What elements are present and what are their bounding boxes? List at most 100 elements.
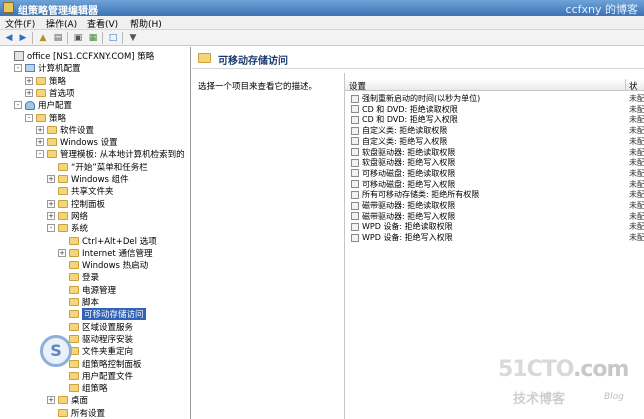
menu-action[interactable]: 操作(A) [46,17,77,30]
tree-item-label: 电源管理 [82,285,117,296]
tree-item[interactable]: 共享文件夹 [47,185,114,197]
tree-item[interactable]: 组策略控制面板 [58,358,142,370]
properties-icon[interactable]: ▣ [72,32,84,44]
tree-item[interactable]: + 策略 [25,75,66,87]
tree-item[interactable]: + Windows 设置 [36,136,118,148]
folder-icon [47,125,57,134]
setting-row[interactable]: WPD 设备: 拒绝写入权限 未配 [345,232,644,243]
folder-icon [69,273,79,282]
tree-item[interactable]: 组策略 [58,382,108,394]
tree-item[interactable]: office [NS1.CCFXNY.COM] 策略 [3,50,154,62]
tree-item-label: 组策略控制面板 [82,359,142,370]
expander-icon[interactable]: + [47,175,55,183]
menu-file[interactable]: 文件(F) [5,17,35,30]
setting-row[interactable]: CD 和 DVD: 拒绝读取权限 未配 [345,104,644,115]
tree-item[interactable]: + Windows 组件 [47,173,129,185]
setting-row[interactable]: 磁带驱动器: 拒绝读取权限 未配 [345,200,644,211]
tree-item-label: 用户配置文件 [82,371,134,382]
setting-state: 未配 [629,136,644,146]
setting-name: 可移动磁盘: 拒绝读取权限 [362,168,456,178]
setting-state: 未配 [629,201,644,210]
tree-item[interactable]: - 用户配置 [14,99,72,111]
setting-row[interactable]: 磁带驱动器: 拒绝写入权限 未配 [345,211,644,222]
tree-item-label: 所有设置 [71,408,106,419]
folder-icon [58,175,68,183]
tree-item[interactable]: - 策略 [25,112,66,124]
expander-icon[interactable]: + [47,211,55,220]
show-hide-tree-icon[interactable]: ▤ [52,32,64,44]
tree-item[interactable]: 脚本 [58,296,99,308]
tree-item[interactable]: “开始”菜单和任务栏 [47,161,148,173]
expander-icon[interactable]: + [47,199,55,208]
watermark-blog: Blog [604,392,624,402]
setting-row[interactable]: 可移动磁盘: 拒绝读取权限 未配 [345,168,644,179]
toolbar: ◀ ▶ ▲ ▤ ▣ ▦ □ ▼ [0,30,644,46]
menu-help[interactable]: 帮助(H) [130,17,162,30]
tree-item[interactable]: 用户配置文件 [58,370,133,382]
setting-row[interactable]: 自定义类: 拒绝读取权限 未配 [345,125,644,136]
expander-icon[interactable]: + [25,76,33,85]
help-icon[interactable]: □ [107,32,119,44]
tree-item[interactable]: + 首选项 [25,87,75,99]
export-list-icon[interactable]: ▦ [87,32,99,44]
setting-row[interactable]: 软盘驱动器: 拒绝写入权限 未配 [345,157,644,168]
tree-item[interactable]: - 系统 [47,222,88,234]
back-arrow-icon[interactable]: ◀ [3,32,15,44]
setting-state: 未配 [629,233,644,243]
tree-item-label: 文件夹重定向 [82,347,134,358]
tree-item[interactable]: 登录 [58,271,99,283]
watermark-logo-main: 51CTO [498,357,574,382]
filter-icon[interactable]: ▼ [127,32,139,44]
expander-icon[interactable]: + [47,396,55,405]
column-divider[interactable] [625,79,626,91]
setting-row[interactable]: 可移动磁盘: 拒绝写入权限 未配 [345,179,644,190]
folder-icon [36,113,46,122]
tree-item-label: 用户配置 [38,101,73,112]
tree-item[interactable]: Windows 热启动 [58,259,148,271]
tree-item[interactable]: 可移动存储访问 [58,308,146,321]
folder-icon [69,371,79,380]
folder-icon [36,76,46,85]
tree-item[interactable]: + 网络 [47,210,88,222]
setting-row[interactable]: 软盘驱动器: 拒绝读取权限 未配 [345,147,644,158]
tree-pane[interactable]: office [NS1.CCFXNY.COM] 策略 - 计算机配置 + 策略 + 首选项 -… [0,47,191,419]
setting-row[interactable]: 自定义类: 拒绝写入权限 未配 [345,136,644,147]
expander-icon[interactable]: - [14,64,22,73]
tree-item-label: 登录 [82,273,100,284]
tree-item-label: 控制面板 [71,199,106,210]
tree-item[interactable]: 电源管理 [58,284,116,296]
tree-item[interactable]: + 控制面板 [47,198,105,210]
tree-item[interactable]: + Internet 通信管理 [58,247,152,259]
column-header-state[interactable]: 状 [629,80,638,92]
setting-row[interactable]: WPD 设备: 拒绝读取权限 未配 [345,221,644,232]
expander-icon[interactable]: + [25,88,33,97]
setting-policy-icon [351,148,359,156]
folder-icon [198,53,211,63]
expander-icon[interactable]: + [36,125,44,134]
setting-state: 未配 [629,158,644,168]
tree-item[interactable]: 所有设置 [47,407,105,419]
setting-row[interactable]: 强制重新启动的时间(以秒为单位) 未配 [345,93,644,104]
setting-row[interactable]: 所有可移动存储类: 拒绝所有权限 未配 [345,189,644,200]
tree-item-label: 首选项 [49,88,75,99]
folder-icon [69,384,79,393]
tree-item[interactable]: 区域设置服务 [58,321,133,333]
expander-icon[interactable]: + [58,248,66,257]
tree-item[interactable]: Ctrl+Alt+Del 选项 [58,235,157,247]
expander-icon[interactable]: + [36,138,44,147]
expander-icon[interactable]: - [25,113,33,122]
expander-icon[interactable]: - [36,150,44,159]
setting-policy-icon [351,180,359,189]
tree-item[interactable]: + 软件设置 [36,124,94,136]
menu-view[interactable]: 查看(V) [87,17,118,30]
tree-item[interactable]: - 管理模板: 从本地计算机检索到的 [36,148,185,160]
forward-arrow-icon[interactable]: ▶ [17,32,29,44]
tree-item[interactable]: + 桌面 [47,394,88,406]
column-header-setting[interactable]: 设置 [349,80,366,92]
setting-row[interactable]: CD 和 DVD: 拒绝写入权限 未配 [345,114,644,125]
up-folder-icon[interactable]: ▲ [37,32,49,44]
expander-icon[interactable]: - [47,224,55,233]
tree-item[interactable]: - 计算机配置 [14,62,81,74]
expander-icon[interactable]: - [14,101,22,110]
folder-icon [69,248,79,257]
